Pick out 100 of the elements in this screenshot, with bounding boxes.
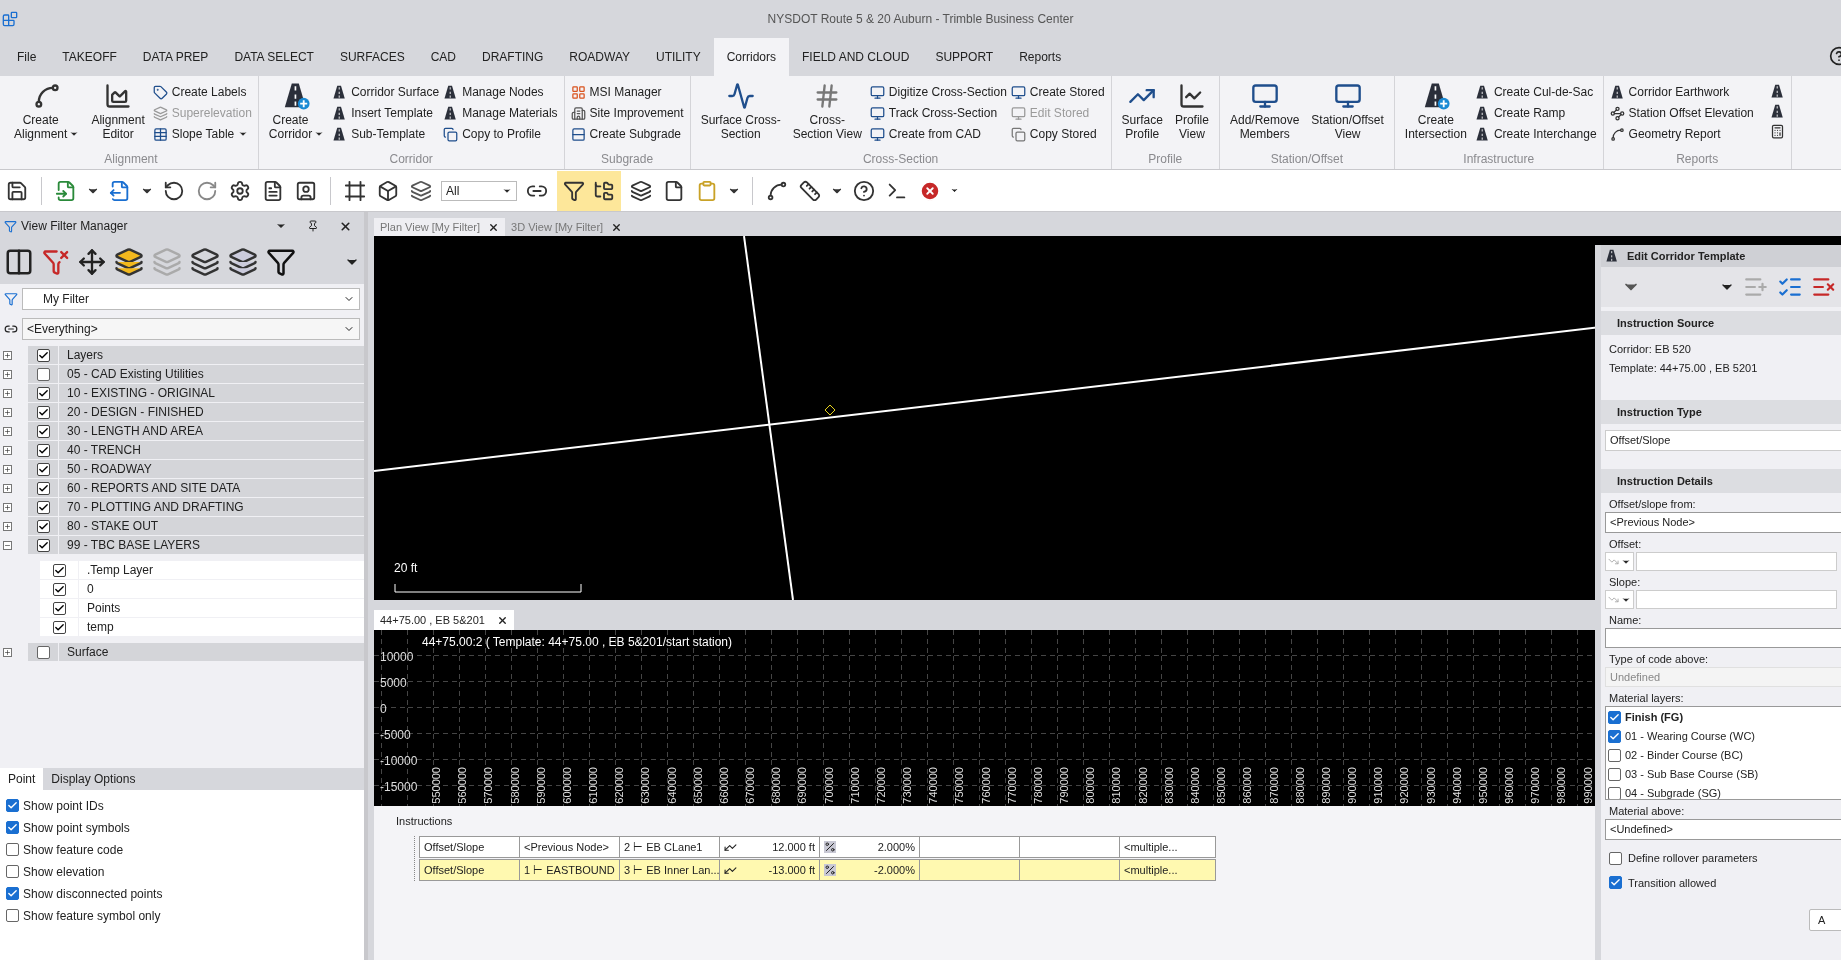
ribbon-button[interactable]: Slope Table bbox=[152, 125, 252, 143]
checkbox[interactable] bbox=[52, 563, 66, 577]
select-field[interactable]: <Undefined> bbox=[1605, 819, 1841, 840]
node-marker[interactable] bbox=[824, 404, 836, 416]
checkbox[interactable] bbox=[1609, 851, 1622, 865]
type-field[interactable]: Offset/Slope bbox=[1605, 430, 1841, 451]
apply-button[interactable]: A bbox=[1809, 909, 1841, 931]
layer-name[interactable]: Layers bbox=[59, 346, 364, 364]
ribbon-button[interactable]: Copy Stored bbox=[1010, 125, 1105, 143]
menu-tab[interactable]: DATA SELECT bbox=[221, 38, 327, 76]
menu-tab[interactable]: Corridors bbox=[713, 38, 789, 76]
ribbon-button[interactable]: Cross- Section View bbox=[788, 82, 866, 141]
ribbon-button[interactable]: Alignment Editor bbox=[87, 82, 149, 141]
menu-tab[interactable]: DRAFTING bbox=[469, 38, 557, 76]
ribbon-button[interactable]: Create Stored bbox=[1010, 83, 1105, 101]
expander[interactable] bbox=[3, 369, 12, 379]
checkbox[interactable] bbox=[36, 424, 50, 438]
menu-tab[interactable]: UTILITY bbox=[643, 38, 714, 76]
pin-icon[interactable] bbox=[307, 220, 319, 232]
expander[interactable] bbox=[3, 483, 12, 493]
checkbox[interactable] bbox=[6, 821, 19, 834]
ribbon-button[interactable]: Create Interchange bbox=[1474, 125, 1597, 143]
menu-tab[interactable]: CAD bbox=[417, 38, 469, 76]
tab[interactable]: Display Options bbox=[43, 768, 364, 790]
menu-tab[interactable]: FIELD AND CLOUD bbox=[789, 38, 923, 76]
ribbon-button[interactable]: Surface Profile bbox=[1117, 82, 1167, 141]
checkbox[interactable] bbox=[36, 367, 50, 381]
layer-name[interactable]: 30 - LENGTH AND AREA bbox=[59, 422, 364, 440]
ribbon-button[interactable]: Create Cul-de-Sac bbox=[1474, 83, 1597, 101]
ribbon-button[interactable]: Corridor Surface bbox=[332, 83, 440, 101]
ribbon-button[interactable]: Create Ramp bbox=[1474, 104, 1597, 122]
caret-icon[interactable] bbox=[950, 186, 959, 195]
expander[interactable] bbox=[3, 647, 12, 657]
checkbox[interactable] bbox=[52, 601, 66, 615]
ribbon-button[interactable]: Insert Template bbox=[332, 104, 440, 122]
checkbox[interactable] bbox=[36, 519, 50, 533]
checkbox[interactable] bbox=[1608, 729, 1621, 743]
input-field[interactable] bbox=[1636, 552, 1837, 571]
expander[interactable] bbox=[3, 350, 12, 360]
view-tab[interactable]: Plan View [My Filter] bbox=[374, 218, 506, 236]
panels-icon[interactable] bbox=[4, 247, 34, 277]
checkbox[interactable] bbox=[6, 843, 19, 856]
menu-tab[interactable]: ROADWAY bbox=[556, 38, 643, 76]
checkbox[interactable] bbox=[1609, 876, 1622, 890]
expander[interactable] bbox=[3, 388, 12, 398]
menu-tab[interactable]: TAKEOFF bbox=[49, 38, 130, 76]
ribbon-button[interactable]: Station Offset Elevation bbox=[1609, 104, 1754, 122]
close-icon[interactable] bbox=[339, 219, 352, 233]
ribbon-button[interactable]: Geometry Report bbox=[1609, 125, 1754, 143]
calculator-icon[interactable] bbox=[1769, 124, 1785, 139]
input-field[interactable] bbox=[1605, 628, 1841, 648]
layer-name[interactable]: 70 - PLOTTING AND DRAFTING bbox=[59, 498, 364, 516]
layer-name[interactable]: 80 - STAKE OUT bbox=[59, 517, 364, 535]
input-field[interactable] bbox=[1636, 590, 1837, 609]
filter-icon[interactable] bbox=[266, 247, 296, 277]
checkbox[interactable] bbox=[36, 645, 50, 659]
ribbon-button[interactable]: Station/Offset View bbox=[1307, 82, 1388, 141]
ribbon-button[interactable]: Create from CAD bbox=[869, 125, 1007, 143]
checkbox[interactable] bbox=[36, 348, 50, 362]
ribbon-button[interactable]: Profile View bbox=[1170, 82, 1213, 141]
layer-name[interactable]: Surface bbox=[59, 643, 364, 661]
checkbox[interactable] bbox=[6, 909, 19, 922]
layer-name[interactable]: 10 - EXISTING - ORIGINAL bbox=[59, 384, 364, 402]
ribbon-button[interactable]: Sub-Template bbox=[332, 125, 440, 143]
checkbox[interactable] bbox=[1608, 786, 1621, 799]
ribbon-button[interactable]: Manage Nodes bbox=[443, 83, 558, 101]
checkbox[interactable] bbox=[52, 620, 66, 634]
menu-tab[interactable]: SURFACES bbox=[326, 38, 418, 76]
layer-name[interactable]: Points bbox=[79, 599, 364, 617]
ribbon-button[interactable]: Track Cross-Section bbox=[869, 104, 1007, 122]
ribbon-button[interactable]: Create Corridor bbox=[264, 82, 329, 141]
checkbox[interactable] bbox=[1608, 767, 1621, 781]
layers-icon[interactable] bbox=[228, 247, 258, 277]
ribbon-button[interactable]: Digitize Cross-Section bbox=[869, 83, 1007, 101]
ribbon-button[interactable]: Create Intersection bbox=[1400, 82, 1471, 141]
expander[interactable] bbox=[3, 407, 12, 417]
instruction-row[interactable]: Offset/Slope 1 ⊢ EASTBOUND 3 ⊢ EB Inner Lan... -13.000 ft -2.000% <multiple... bbox=[419, 859, 1216, 881]
ribbon-button[interactable]: Corridor Earthwork bbox=[1609, 83, 1754, 101]
layer-name[interactable]: 60 - REPORTS AND SITE DATA bbox=[59, 479, 364, 497]
layers-icon[interactable] bbox=[114, 247, 144, 277]
ribbon-button[interactable]: Site Improvement bbox=[570, 104, 684, 122]
checkbox[interactable] bbox=[1608, 710, 1621, 724]
instruction-row[interactable]: Offset/Slope <Previous Node> 2 ⊢ EB CLane1 12.000 ft 2.000% <multiple... bbox=[419, 836, 1216, 858]
checkbox[interactable] bbox=[36, 443, 50, 457]
close-icon[interactable] bbox=[496, 614, 508, 626]
ribbon-button[interactable]: Manage Materials bbox=[443, 104, 558, 122]
menu-tab[interactable]: Reports bbox=[1006, 38, 1075, 76]
expander[interactable] bbox=[3, 445, 12, 455]
ribbon-button[interactable]: Create Subgrade bbox=[570, 125, 684, 143]
layer-name[interactable]: 99 - TBC BASE LAYERS bbox=[59, 536, 364, 554]
expander[interactable] bbox=[3, 502, 12, 512]
tab[interactable]: Point bbox=[0, 768, 44, 790]
checkbox[interactable] bbox=[36, 538, 50, 552]
expander[interactable] bbox=[3, 540, 12, 550]
scope-select[interactable]: <Everything> bbox=[22, 318, 360, 340]
view-tab[interactable]: 44+75.00 , EB 5&201 bbox=[374, 610, 514, 630]
select-field[interactable]: <Previous Node> bbox=[1605, 512, 1841, 533]
zoom-extents-icon[interactable] bbox=[78, 248, 106, 276]
layer-name[interactable]: 20 - DESIGN - FINISHED bbox=[59, 403, 364, 421]
layer-name[interactable]: temp bbox=[79, 618, 364, 636]
